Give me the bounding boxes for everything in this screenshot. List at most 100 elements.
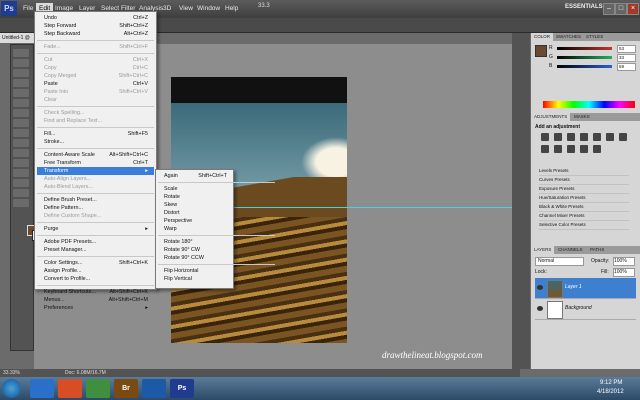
adjustment-icon[interactable] [541, 133, 549, 141]
taskbar-app-icon[interactable]: Br [114, 379, 138, 398]
menu-item-warp[interactable]: Warp [158, 225, 231, 233]
menu-view[interactable]: View [176, 3, 196, 15]
tab-swatches[interactable]: SWATCHES [553, 33, 584, 41]
color-slider-track[interactable] [557, 65, 612, 68]
color-spectrum-bar[interactable] [543, 101, 635, 108]
menu-item-rotate[interactable]: Rotate [158, 193, 231, 201]
menu-item-skew[interactable]: Skew [158, 201, 231, 209]
menu-item-scale[interactable]: Scale [158, 185, 231, 193]
tab-masks[interactable]: MASKS [571, 113, 593, 121]
menu-item-transform[interactable]: Transform ▸ [37, 167, 154, 175]
menu-item-preset-manager[interactable]: Preset Manager... [37, 246, 154, 254]
tab-layers[interactable]: LAYERS [531, 246, 555, 254]
menu-item-free-transform[interactable]: Free Transform Ctrl+T [37, 159, 154, 167]
taskbar-app-icon[interactable] [30, 379, 54, 398]
tool-button[interactable] [13, 109, 29, 117]
adjustment-preset-item[interactable]: Hue/Saturation Presets [539, 194, 629, 203]
menu-3d[interactable]: 3D [160, 3, 174, 15]
menu-item-distort[interactable]: Distort [158, 209, 231, 217]
workspace-switcher[interactable]: ESSENTIALS [565, 4, 603, 10]
menu-item-flip-horizontal[interactable]: Flip Horizontal [158, 267, 231, 275]
color-slider-track[interactable] [557, 56, 612, 59]
menu-item-stroke[interactable]: Stroke... [37, 138, 154, 146]
tab-channels[interactable]: CHANNELS [555, 246, 586, 254]
color-fg-chip[interactable] [535, 45, 547, 57]
tab-adjustments[interactable]: ADJUSTMENTS [531, 113, 571, 121]
visibility-eye-icon[interactable] [537, 306, 543, 311]
tool-button[interactable] [13, 99, 29, 107]
adjustment-icon[interactable] [580, 145, 588, 153]
adjustment-preset-item[interactable]: Black & White Presets [539, 203, 629, 212]
tool-button[interactable] [13, 79, 29, 87]
tool-button[interactable] [13, 49, 29, 57]
maximize-button[interactable]: □ [615, 3, 627, 15]
taskbar-app-icon[interactable] [86, 379, 110, 398]
tool-button[interactable] [13, 149, 29, 157]
tool-button[interactable] [13, 69, 29, 77]
tool-button[interactable] [13, 129, 29, 137]
menu-item-convert-to-profile[interactable]: Convert to Profile... [37, 275, 154, 283]
adjustment-icon[interactable] [593, 145, 601, 153]
opacity-field[interactable]: 100% [613, 257, 635, 266]
tab-styles[interactable]: STYLES [583, 33, 606, 41]
adjustment-preset-item[interactable]: Selective Color Presets [539, 221, 629, 230]
menu-item-define-pattern[interactable]: Define Pattern... [37, 204, 154, 212]
layer-row[interactable]: Layer 1 [535, 278, 636, 299]
tool-button[interactable] [13, 189, 29, 197]
menu-item-define-brush-preset[interactable]: Define Brush Preset... [37, 196, 154, 204]
blend-mode-select[interactable]: Normal [535, 257, 584, 266]
status-zoom[interactable]: 33.33% [3, 369, 20, 377]
clock-time[interactable]: 9:12 PM [600, 380, 622, 386]
menu-item-adobe-pdf-presets[interactable]: Adobe PDF Presets... [37, 238, 154, 246]
adjustment-icon[interactable] [580, 133, 588, 141]
tool-button[interactable] [13, 119, 29, 127]
tool-button[interactable] [13, 169, 29, 177]
tool-button[interactable] [13, 89, 29, 97]
color-slider-track[interactable] [557, 47, 612, 50]
adjustment-icon[interactable] [567, 145, 575, 153]
menu-item-color-settings[interactable]: Color Settings... Shift+Ctrl+K [37, 259, 154, 267]
menu-item-rotate-180[interactable]: Rotate 180° [158, 238, 231, 246]
adjustment-icon[interactable] [619, 133, 627, 141]
layer-name[interactable]: Layer 1 [565, 284, 582, 290]
adjustment-icon[interactable] [554, 133, 562, 141]
layer-name[interactable]: Background [565, 305, 592, 311]
menu-window[interactable]: Window [194, 3, 223, 15]
menu-item-purge[interactable]: Purge ▸ [37, 225, 154, 233]
adjustment-icon[interactable] [567, 133, 575, 141]
clock-date[interactable]: 4/18/2012 [597, 389, 624, 395]
menu-item-fill[interactable]: Fill... Shift+F5 [37, 130, 154, 138]
color-value-field[interactable]: 59 [617, 63, 636, 71]
tool-button[interactable] [13, 179, 29, 187]
color-value-field[interactable]: 33 [617, 54, 636, 62]
taskbar-app-icon[interactable]: Ps [170, 379, 194, 398]
adjustment-icon[interactable] [606, 133, 614, 141]
menu-item-step-forward[interactable]: Step Forward Shift+Ctrl+Z [37, 22, 154, 30]
adjustment-icon[interactable] [593, 133, 601, 141]
zoom-readout[interactable]: 33.3 [258, 3, 270, 9]
menu-item-flip-vertical[interactable]: Flip Vertical [158, 275, 231, 283]
layer-row[interactable]: Background [535, 299, 636, 320]
tab-paths[interactable]: PATHS [587, 246, 607, 254]
taskbar-app-icon[interactable] [142, 379, 166, 398]
close-button[interactable]: × [627, 3, 639, 15]
menu-item-preferences[interactable]: Preferences ▸ [37, 304, 154, 312]
menu-item-undo[interactable]: Undo Ctrl+Z [37, 14, 154, 22]
adjustment-preset-item[interactable]: Curves Presets [539, 176, 629, 185]
tool-button[interactable] [13, 59, 29, 67]
taskbar-app-icon[interactable] [58, 379, 82, 398]
start-button[interactable] [2, 379, 21, 398]
minimize-button[interactable]: – [603, 3, 615, 15]
menu-item-step-backward[interactable]: Step Backward Alt+Ctrl+Z [37, 30, 154, 38]
tool-button[interactable] [13, 159, 29, 167]
menu-item-assign-profile[interactable]: Assign Profile... [37, 267, 154, 275]
menu-item-perspective[interactable]: Perspective [158, 217, 231, 225]
color-value-field[interactable]: 53 [617, 45, 636, 53]
menu-item-keyboard-shortcuts[interactable]: Keyboard Shortcuts... Alt+Shift+Ctrl+K [37, 288, 154, 296]
visibility-eye-icon[interactable] [537, 285, 543, 290]
tool-button[interactable] [13, 139, 29, 147]
menu-item-rotate-90-ccw[interactable]: Rotate 90° CCW [158, 254, 231, 262]
menu-item-rotate-90-cw[interactable]: Rotate 90° CW [158, 246, 231, 254]
adjustment-preset-item[interactable]: Channel Mixer Presets [539, 212, 629, 221]
adjustment-preset-item[interactable]: Levels Presets [539, 167, 629, 176]
